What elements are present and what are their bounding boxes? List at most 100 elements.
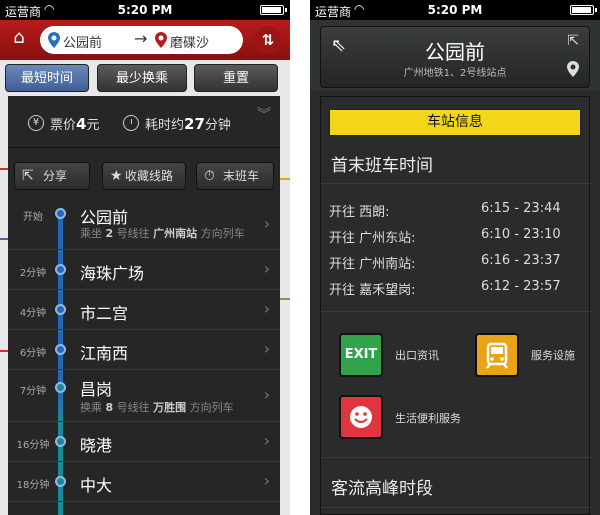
status-bar: 运营商 ◠ 5:20 PM [310,0,600,20]
transfer-dot-icon [55,382,66,393]
station-row[interactable]: 4分钟 市二宫 › [8,290,280,330]
chevron-right-icon: › [263,471,270,490]
station-row[interactable]: 18分钟 中大 › [8,462,280,502]
timer-icon: ⏱ [204,168,215,184]
share-label: 分享 [43,169,68,183]
station-name: 市二宫 [80,304,129,323]
station-info-tab[interactable]: 车站信息 [329,109,581,136]
duration-text: 耗时约27分钟 [145,115,231,133]
station-lines: 广州地铁1、2号线站点 [403,68,507,79]
station-transfer-info: 换乘 8 号线往 万胜围 方向列车 [80,401,234,414]
schedule-time: 6:15 - 23:44 [481,201,561,216]
last-train-button[interactable]: ⏱ 末班车 [196,162,274,190]
origin-station[interactable]: 公园前 [63,32,102,51]
reset-button[interactable]: 重置 [194,64,278,92]
station-dot [55,344,66,355]
station-header: ⇖ ⇱ 公园前 广州地铁1、2号线站点 [310,20,600,90]
station-row[interactable]: 开始 公园前 乘坐 2 号线往 广州南站 方向列车 › [8,200,280,250]
chevron-right-icon: › [263,339,270,358]
schedule-time: 6:10 - 23:10 [481,227,561,242]
status-time: 5:20 PM [117,3,173,17]
divider [321,457,591,458]
station-dot [55,304,66,315]
favorite-label: 收藏线路 [125,169,174,183]
station-name: 海珠广场 [80,264,145,283]
peak-hours-title: 客流高峰时段 [331,479,433,499]
station-time: 2分钟 [19,268,47,279]
schedule-direction: 开往 广州东站: [329,231,416,246]
swap-route-icon[interactable]: ⇅ [254,26,282,54]
route-panel: ¥ 票价4元 耗时约27分钟 ︾ ⇱ 分享 ★ 收藏线路 ⏱ 末班车 开始 公园… [8,96,280,515]
schedule-direction: 开往 广州南站: [329,257,416,272]
fare-value: 4 [76,115,87,133]
last-train-label: 末班车 [223,169,260,183]
battery-icon [570,5,597,15]
favorite-route-button[interactable]: ★ 收藏线路 [102,162,186,190]
schedule-direction: 开往 西朗: [329,205,390,220]
divider [321,507,591,508]
station-time: 18分钟 [16,480,50,491]
share-button[interactable]: ⇱ 分享 [14,162,90,190]
chevron-right-icon: › [263,431,270,450]
clock-icon [123,115,139,131]
station-time: 6分钟 [19,348,47,359]
station-row[interactable]: 6分钟 江南西 › [8,330,280,370]
station-list: 开始 公园前 乘坐 2 号线往 广州南站 方向列车 › 2分钟 海珠广场 › 4… [8,200,280,515]
tab-shortest-time[interactable]: 最短时间 [5,64,89,92]
schedule-time: 6:12 - 23:57 [481,279,561,294]
exit-info-label[interactable]: 出口资讯 [395,347,439,363]
top-bar: ⌂ 公园前 → 磨碟沙 ⇅ [0,20,290,60]
destination-pin-icon [155,32,167,48]
station-time: 7分钟 [19,386,47,397]
station-dot [55,264,66,275]
station-dot [55,208,66,219]
route-screen: 运营商 ◠ 5:20 PM ⌂ 公园前 → 磨碟沙 ⇅ 最短时间 最少换乘 重置 [0,0,290,515]
station-time: 16分钟 [16,440,50,451]
chevron-right-icon: › [263,259,270,278]
route-actions: ⇱ 分享 ★ 收藏线路 ⏱ 末班车 [8,156,280,192]
station-name: 晓港 [80,436,113,455]
station-row[interactable]: 2分钟 海珠广场 › [8,250,280,290]
status-time: 5:20 PM [427,3,483,17]
share-icon: ⇱ [22,168,34,184]
schedule-time: 6:16 - 23:37 [481,253,561,268]
tab-fewest-transfers[interactable]: 最少换乘 [97,64,187,92]
divider [321,183,591,184]
duration-value: 27 [184,115,205,133]
station-dot [55,436,66,447]
status-bar: 运营商 ◠ 5:20 PM [0,0,290,20]
station-title: 公园前 [425,40,485,64]
station-info-screen: 运营商 ◠ 5:20 PM ⇖ ⇱ 公园前 广州地铁1、2号线站点 车站信息 首… [310,0,600,515]
home-icon[interactable]: ⌂ [9,28,29,48]
battery-icon [260,5,287,15]
station-row[interactable]: 7分钟 昌岗 换乘 8 号线往 万胜围 方向列车 › [8,370,280,422]
station-time: 4分钟 [19,308,47,319]
schedule-direction: 开往 嘉禾望岗: [329,283,416,298]
arrow-right-icon: → [134,29,148,48]
chevron-right-icon: › [263,214,270,233]
station-info-panel: 车站信息 首末班车时间 开往 西朗: 6:15 - 23:44 开往 广州东站:… [320,96,591,515]
destination-station[interactable]: 磨碟沙 [170,32,209,51]
route-search-bar[interactable]: 公园前 → 磨碟沙 [40,26,243,54]
station-row[interactable]: 16分钟 晓港 › [8,422,280,462]
divider [321,311,591,312]
train-icon[interactable] [475,333,519,377]
origin-pin-icon [48,32,60,48]
schedule-title: 首末班车时间 [331,156,433,176]
fare-text: 票价4元 [50,115,100,133]
smiley-icon[interactable] [339,395,383,439]
station-transfer-info: 乘坐 2 号线往 广州南站 方向列车 [80,227,245,240]
chevron-right-icon: › [263,385,270,404]
route-summary: ¥ 票价4元 耗时约27分钟 ︾ [8,96,280,148]
star-icon: ★ [110,168,123,184]
life-service-label[interactable]: 生活便利服务 [395,410,461,426]
station-name: 昌岗 [80,380,113,399]
facility-label[interactable]: 服务设施 [531,347,575,363]
collapse-icon[interactable]: ︾ [257,108,271,122]
chevron-right-icon: › [263,299,270,318]
station-name: 江南西 [80,344,129,363]
station-name: 中大 [80,476,113,495]
exit-info-icon[interactable]: EXIT [339,333,383,377]
yuan-icon: ¥ [28,115,44,131]
station-card: ⇖ ⇱ 公园前 广州地铁1、2号线站点 [320,26,590,88]
